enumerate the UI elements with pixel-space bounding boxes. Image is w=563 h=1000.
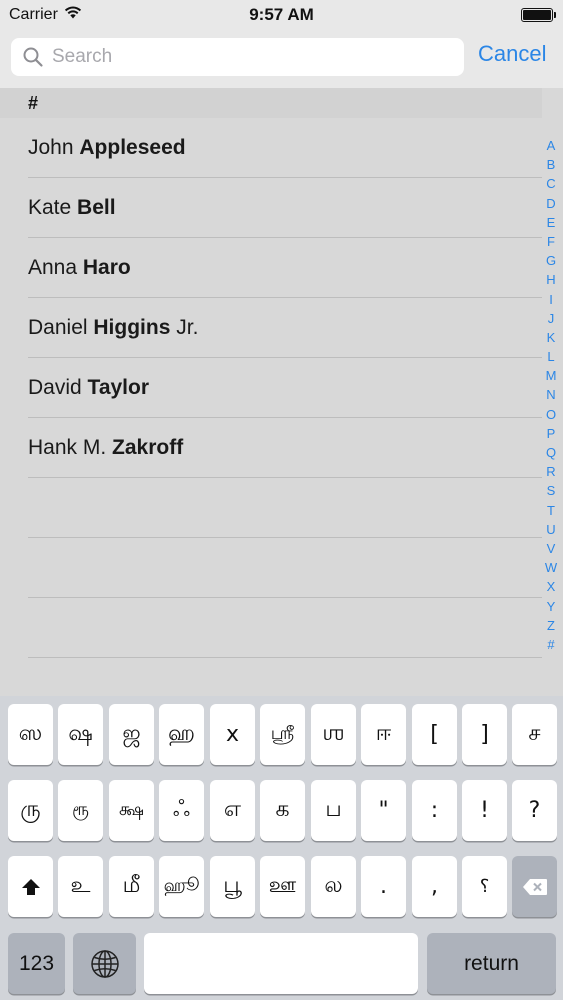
- key[interactable]: மீ: [109, 856, 154, 917]
- key[interactable]: :: [412, 780, 457, 841]
- index-letter[interactable]: D: [543, 194, 559, 213]
- key[interactable]: ச: [512, 704, 557, 765]
- key[interactable]: ரு: [8, 780, 53, 841]
- key[interactable]: ,: [412, 856, 457, 917]
- index-letter[interactable]: U: [543, 520, 559, 539]
- index-letter[interactable]: A: [543, 136, 559, 155]
- key[interactable]: ஶ: [311, 704, 356, 765]
- key[interactable]: ல: [311, 856, 356, 917]
- index-letter[interactable]: Z: [543, 616, 559, 635]
- delete-key[interactable]: [512, 856, 557, 917]
- search-icon: [22, 46, 44, 68]
- shift-icon: [21, 878, 41, 896]
- index-letter[interactable]: P: [543, 424, 559, 443]
- key[interactable]: ]: [462, 704, 507, 765]
- key[interactable]: ஈ: [361, 704, 406, 765]
- index-letter[interactable]: Q: [543, 443, 559, 462]
- index-letter[interactable]: E: [543, 213, 559, 232]
- section-index-bar[interactable]: A B C D E F G H I J K L M N O P Q R S T U V W X Y Z #: [543, 136, 559, 654]
- index-letter[interactable]: #: [543, 635, 559, 654]
- key[interactable]: ஃ: [159, 780, 204, 841]
- keyboard: ஸ ஷ ஜ ஹ x ஶ்ரீ ஶ ஈ [ ] ச ரு ரூ க்ஷ ஃ எ க…: [0, 696, 563, 1000]
- key[interactable]: பூ: [210, 856, 255, 917]
- contacts-list[interactable]: # John Appleseed Kate Bell Anna Haro Dan…: [0, 88, 563, 696]
- section-header: #: [0, 88, 542, 118]
- contact-row-anna-haro[interactable]: Anna Haro: [0, 238, 542, 298]
- index-letter[interactable]: H: [543, 270, 559, 289]
- contact-row-hank-zakroff[interactable]: Hank M. Zakroff: [0, 418, 542, 478]
- index-letter[interactable]: W: [543, 558, 559, 577]
- battery-icon: [521, 8, 556, 22]
- key[interactable]: ஸ: [8, 704, 53, 765]
- index-letter[interactable]: T: [543, 501, 559, 520]
- cancel-button[interactable]: Cancel: [478, 41, 546, 67]
- index-letter[interactable]: N: [543, 385, 559, 404]
- key[interactable]: ரூ: [58, 780, 103, 841]
- key[interactable]: ஶ்ரீ: [260, 704, 305, 765]
- index-letter[interactable]: Y: [543, 597, 559, 616]
- index-letter[interactable]: S: [543, 481, 559, 500]
- key[interactable]: க்ஷ: [109, 780, 154, 841]
- key[interactable]: ஊ: [260, 856, 305, 917]
- empty-row: [0, 538, 542, 598]
- key[interactable]: !: [462, 780, 507, 841]
- index-letter[interactable]: R: [543, 462, 559, 481]
- index-letter[interactable]: X: [543, 577, 559, 596]
- search-field[interactable]: [11, 38, 464, 76]
- key[interactable]: ஹூ: [159, 856, 204, 917]
- contact-row-john-appleseed[interactable]: John Appleseed: [0, 118, 542, 178]
- index-letter[interactable]: V: [543, 539, 559, 558]
- contact-row-david-taylor[interactable]: David Taylor: [0, 358, 542, 418]
- key[interactable]: க: [260, 780, 305, 841]
- key[interactable]: x: [210, 704, 255, 765]
- contact-row-daniel-higgins[interactable]: Daniel Higgins Jr.: [0, 298, 542, 358]
- index-letter[interactable]: J: [543, 309, 559, 328]
- return-key[interactable]: return: [427, 933, 556, 994]
- key[interactable]: ஹ: [159, 704, 204, 765]
- numbers-key[interactable]: 123: [8, 933, 65, 994]
- key[interactable]: ஜ: [109, 704, 154, 765]
- space-key[interactable]: [144, 933, 418, 994]
- search-input[interactable]: [52, 40, 432, 74]
- delete-icon: [522, 878, 548, 896]
- index-letter[interactable]: M: [543, 366, 559, 385]
- empty-row: [0, 478, 542, 538]
- index-letter[interactable]: L: [543, 347, 559, 366]
- status-bar: Carrier 9:57 AM: [0, 0, 563, 30]
- index-letter[interactable]: I: [543, 290, 559, 309]
- empty-row: [0, 598, 542, 658]
- top-bar: Carrier 9:57 AM Cancel: [0, 0, 563, 88]
- contact-row-kate-bell[interactable]: Kate Bell: [0, 178, 542, 238]
- globe-key[interactable]: [73, 933, 136, 994]
- index-letter[interactable]: F: [543, 232, 559, 251]
- key[interactable]: உ: [58, 856, 103, 917]
- status-time: 9:57 AM: [249, 5, 314, 24]
- key[interactable]: ப: [311, 780, 356, 841]
- index-letter[interactable]: B: [543, 155, 559, 174]
- globe-icon: [90, 949, 120, 979]
- index-letter[interactable]: O: [543, 405, 559, 424]
- shift-key[interactable]: [8, 856, 53, 917]
- index-letter[interactable]: C: [543, 174, 559, 193]
- key[interactable]: ": [361, 780, 406, 841]
- key[interactable]: [: [412, 704, 457, 765]
- key[interactable]: ؟: [462, 856, 507, 917]
- index-letter[interactable]: G: [543, 251, 559, 270]
- key[interactable]: .: [361, 856, 406, 917]
- key[interactable]: ?: [512, 780, 557, 841]
- key[interactable]: ஷ: [58, 704, 103, 765]
- index-letter[interactable]: K: [543, 328, 559, 347]
- key[interactable]: எ: [210, 780, 255, 841]
- contact-rows: John Appleseed Kate Bell Anna Haro Danie…: [0, 118, 542, 658]
